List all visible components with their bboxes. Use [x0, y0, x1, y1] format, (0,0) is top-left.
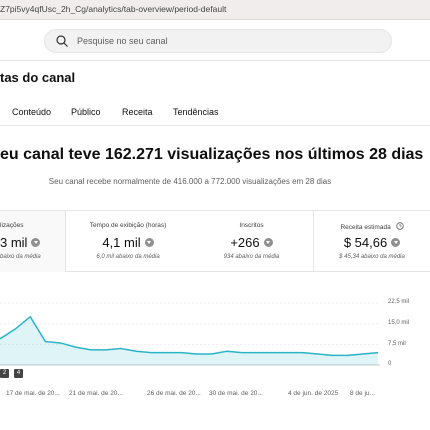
metric-value: 3 mil — [0, 235, 65, 250]
data-point[interactable] — [316, 352, 320, 356]
tab-audience[interactable]: Público — [71, 107, 101, 117]
trend-down-icon — [263, 238, 273, 247]
views-chart[interactable] — [0, 290, 430, 400]
metric-label: Tempo de exibição (horas) — [89, 222, 167, 229]
metric-label: Receita estimada — [314, 222, 430, 231]
metric-value: $ 54,66 — [314, 235, 430, 250]
x-tick-label: 4 de jun. de 2025 — [288, 390, 339, 397]
metric-views[interactable]: lizações 3 mil baixo da média — [0, 211, 66, 272]
trend-down-icon — [31, 238, 41, 247]
data-point[interactable] — [210, 352, 214, 356]
data-point[interactable] — [240, 351, 244, 355]
metric-delta: 6,0 mil abaixo da média — [96, 254, 160, 260]
annotation-marker[interactable]: 4 — [14, 369, 23, 378]
data-point[interactable] — [89, 348, 93, 352]
x-tick-label: 26 de mai. de 20... — [147, 390, 201, 397]
data-point[interactable] — [376, 351, 380, 355]
channel-search-box[interactable]: Pesquise no seu canal — [44, 29, 392, 53]
trend-down-icon — [144, 238, 154, 247]
metric-delta: $ 45,34 abaixo da média — [339, 254, 405, 260]
y-tick-label: 22,5 mil — [388, 299, 410, 305]
page-title: tas do canal — [0, 70, 76, 85]
x-tick-label: 30 de mai. de 20... — [209, 390, 263, 397]
y-tick-label: 0 — [388, 361, 392, 367]
url-text[interactable]: Z7pi5vy4qfUsc_2h_Cg/analytics/tab-overvi… — [0, 4, 226, 14]
clock-icon[interactable] — [395, 222, 404, 230]
x-tick-label: 17 de mai. de 20... — [6, 390, 60, 397]
metric-value: 4,1 mil — [66, 235, 190, 250]
data-point[interactable] — [13, 327, 17, 331]
summary-subtext: Seu canal recebe normalmente de 416.000 … — [48, 177, 332, 186]
metric-watch-time[interactable]: Tempo de exibição (horas) 4,1 mil 6,0 mi… — [66, 211, 190, 272]
tab-content[interactable]: Conteúdo — [12, 107, 51, 117]
trend-down-icon — [391, 238, 401, 247]
metrics-row: lizações 3 mil baixo da média Tempo de e… — [0, 210, 430, 272]
tab-revenue[interactable]: Receita — [122, 107, 153, 117]
data-point[interactable] — [179, 351, 183, 355]
data-point[interactable] — [28, 315, 32, 319]
data-point[interactable] — [74, 345, 78, 349]
tabs-divider — [0, 125, 430, 126]
search-placeholder[interactable]: Pesquise no seu canal — [77, 36, 168, 46]
x-tick-label: 8 de ju... — [350, 390, 375, 397]
data-point[interactable] — [300, 351, 304, 355]
metric-label: Inscritos — [239, 222, 264, 229]
data-point[interactable] — [285, 351, 289, 355]
data-point[interactable] — [255, 351, 259, 355]
data-point[interactable] — [164, 351, 168, 355]
search-icon — [56, 35, 68, 47]
data-point[interactable] — [346, 353, 350, 357]
chart-svg — [0, 302, 380, 366]
header-divider — [0, 60, 430, 61]
metric-label: lizações — [0, 222, 24, 229]
browser-address-bar[interactable]: Z7pi5vy4qfUsc_2h_Cg/analytics/tab-overvi… — [0, 0, 430, 20]
metric-revenue[interactable]: Receita estimada $ 54,66 $ 45,34 abaixo … — [313, 211, 430, 272]
summary-headline: eu canal teve 162.271 visualizações nos … — [0, 146, 424, 163]
data-point[interactable] — [331, 353, 335, 357]
annotation-marker[interactable]: 2 — [0, 369, 9, 378]
tab-trends[interactable]: Tendências — [173, 107, 219, 117]
data-point[interactable] — [195, 352, 199, 356]
data-point[interactable] — [225, 349, 229, 353]
data-point[interactable] — [134, 349, 138, 353]
data-point[interactable] — [270, 351, 274, 355]
metric-subscribers[interactable]: Inscritos +266 934 abaixo da média — [190, 211, 313, 272]
metric-value: +266 — [190, 235, 313, 250]
y-tick-label: 15,0 mil — [388, 320, 410, 326]
metric-delta: 934 abaixo da média — [223, 254, 280, 260]
x-tick-label: 21 de mai. de 20... — [69, 390, 123, 397]
data-point[interactable] — [149, 351, 153, 355]
data-point[interactable] — [119, 346, 123, 350]
data-point[interactable] — [361, 352, 365, 356]
data-point[interactable] — [43, 340, 47, 344]
y-tick-label: 7,5 mil — [388, 341, 406, 347]
metric-delta: baixo da média — [0, 254, 41, 260]
data-point[interactable] — [58, 341, 62, 345]
data-point[interactable] — [104, 348, 108, 352]
